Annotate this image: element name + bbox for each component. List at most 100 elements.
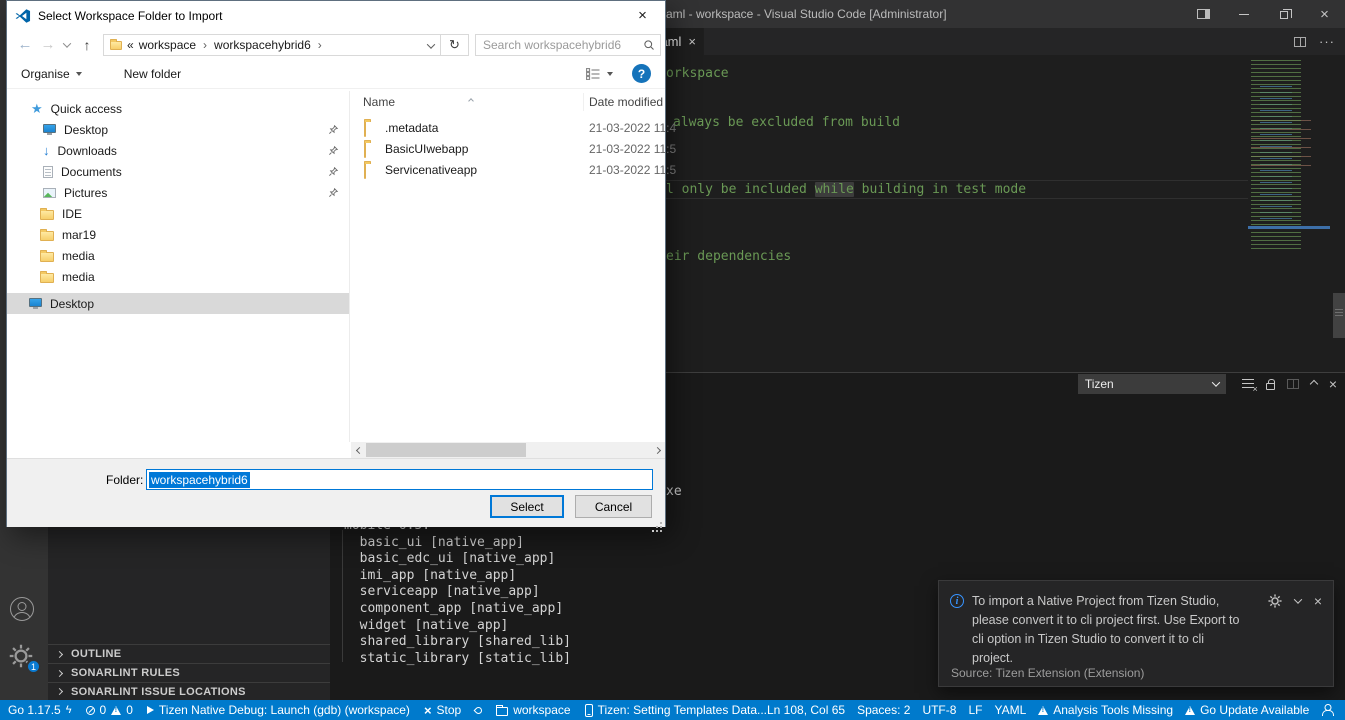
minimize-button[interactable]	[1224, 0, 1264, 28]
file-row-metadata[interactable]: .metadata 21-03-2022 11:4	[351, 118, 665, 139]
file-list: Name Date modified .metadata 21-03-2022 …	[351, 91, 665, 442]
analysis-warning-item[interactable]: Analysis Tools Missing	[1038, 703, 1173, 717]
device-icon	[585, 704, 593, 717]
nav-quick-access[interactable]: ★ Quick access	[7, 98, 349, 119]
breadcrumb-workspacehybrid6[interactable]: workspacehybrid6	[214, 38, 311, 52]
column-name[interactable]: Name	[363, 95, 395, 109]
star-icon: ★	[31, 102, 43, 115]
organise-button[interactable]: Organise	[21, 67, 82, 81]
stop-item[interactable]: ×Stop	[424, 703, 461, 718]
nav-documents[interactable]: Documents	[7, 161, 349, 182]
breadcrumb-workspace[interactable]: workspace	[139, 38, 196, 52]
split-editor-icon[interactable]	[1294, 37, 1306, 47]
person-icon	[1321, 704, 1334, 716]
nav-mar19[interactable]: mar19	[7, 224, 349, 245]
nav-desktop[interactable]: Desktop	[7, 119, 349, 140]
feedback-item[interactable]	[1321, 704, 1334, 716]
output-channel-select[interactable]: Tizen	[1078, 374, 1226, 394]
account-icon[interactable]	[10, 597, 34, 621]
file-dialog: Select Workspace Folder to Import × ← → …	[6, 0, 666, 527]
more-actions-icon[interactable]: ···	[1319, 34, 1335, 49]
encoding-item[interactable]: UTF-8	[922, 703, 956, 717]
nav-media-1[interactable]: media	[7, 245, 349, 266]
indentation-item[interactable]: Spaces: 2	[857, 703, 910, 717]
problems-item[interactable]: 00	[86, 703, 133, 717]
nav-pictures[interactable]: Pictures	[7, 182, 349, 203]
flame-item[interactable]	[475, 707, 482, 714]
status-bar: Go 1.17.5ϟ 00 Tizen Native Debug: Launch…	[0, 700, 1345, 720]
go-update-item[interactable]: Go Update Available	[1185, 703, 1309, 717]
column-date-modified[interactable]: Date modified	[589, 95, 663, 109]
file-row-servicenativeapp[interactable]: Servicenativeapp 21-03-2022 11:5	[351, 160, 665, 181]
view-options-button[interactable]	[586, 68, 613, 80]
clear-output-icon[interactable]	[1242, 379, 1254, 389]
sidebar-section-sonarlint-issue-locations[interactable]: SONARLINT ISSUE LOCATIONS	[48, 682, 330, 700]
customize-layout-button[interactable]	[1182, 0, 1224, 28]
editor-actions: ···	[1294, 28, 1335, 55]
nav-ide[interactable]: IDE	[7, 203, 349, 224]
tizen-task-item[interactable]: Tizen: Setting Templates Data...	[585, 703, 767, 717]
lock-icon[interactable]	[1266, 383, 1275, 390]
gear-icon[interactable]	[1268, 594, 1282, 608]
close-notification-icon[interactable]: ×	[1314, 593, 1322, 609]
horizontal-scrollbar[interactable]	[351, 442, 665, 458]
address-dropdown[interactable]	[428, 38, 434, 52]
folder-icon	[40, 231, 54, 241]
statusbar-right: Ln 108, Col 65 Spaces: 2 UTF-8 LF YAML A…	[767, 703, 1345, 717]
up-button[interactable]: ↑	[75, 34, 99, 56]
resize-grip[interactable]	[660, 522, 662, 524]
pin-icon[interactable]	[328, 187, 339, 201]
info-icon: i	[950, 594, 964, 608]
nav-desktop-selected[interactable]: Desktop	[7, 293, 349, 314]
settings-badge: 1	[26, 659, 41, 674]
split-panel-icon[interactable]	[1287, 379, 1299, 389]
sidebar-section-outline[interactable]: OUTLINE	[48, 644, 330, 663]
scrollbar-thumb[interactable]	[366, 443, 526, 457]
folder-icon	[364, 121, 366, 137]
chevron-up-icon[interactable]	[1310, 380, 1318, 388]
editor-scrollbar[interactable]	[1333, 293, 1345, 338]
language-item[interactable]: YAML	[994, 703, 1026, 717]
help-button[interactable]: ?	[632, 64, 651, 83]
nav-downloads[interactable]: ↓ Downloads	[7, 140, 349, 161]
pin-icon[interactable]	[328, 124, 339, 138]
breadcrumb-collapsed[interactable]: «	[127, 38, 134, 52]
refresh-button[interactable]: ↻	[441, 34, 469, 56]
restore-button[interactable]	[1264, 0, 1304, 28]
warning-count: 0	[126, 703, 133, 717]
cursor-position-item[interactable]: Ln 108, Col 65	[767, 703, 845, 717]
pin-icon[interactable]	[328, 166, 339, 180]
cursor-position: Ln 108, Col 65	[767, 703, 845, 717]
file-row-basicuiwebapp[interactable]: BasicUIwebapp 21-03-2022 11:5	[351, 139, 665, 160]
folder-name-input[interactable]: workspacehybrid6	[146, 469, 653, 490]
dialog-close-button[interactable]: ×	[620, 1, 665, 30]
scroll-right-button[interactable]	[649, 442, 665, 458]
close-panel-icon[interactable]: ×	[1329, 376, 1337, 392]
search-icon	[643, 39, 655, 54]
breadcrumb-separator: ›	[201, 38, 209, 52]
workspace-item[interactable]: workspace	[496, 703, 570, 717]
back-button[interactable]: ←	[13, 34, 37, 56]
new-folder-button[interactable]: New folder	[124, 67, 181, 81]
address-breadcrumb[interactable]: « workspace › workspacehybrid6 ›	[103, 34, 441, 56]
vscode-window: aml - workspace - Visual Studio Code [Ad…	[0, 0, 1345, 720]
search-input[interactable]	[481, 36, 637, 54]
sidebar-section-sonarlint-rules[interactable]: SONARLINT RULES	[48, 663, 330, 682]
tab-close-icon[interactable]: ×	[688, 34, 696, 49]
pin-icon[interactable]	[328, 145, 339, 159]
output-line: widget [native_app]	[344, 618, 571, 635]
debug-config-item[interactable]: Tizen Native Debug: Launch (gdb) (worksp…	[147, 703, 410, 717]
recent-locations-button[interactable]	[59, 34, 75, 56]
chevron-down-icon[interactable]	[1294, 595, 1302, 603]
select-button[interactable]: Select	[490, 495, 564, 518]
folder-icon	[364, 163, 366, 179]
settings-button[interactable]: 1	[9, 644, 35, 670]
go-version-item[interactable]: Go 1.17.5ϟ	[8, 703, 72, 717]
nav-media-2[interactable]: media	[7, 266, 349, 287]
window-close-button[interactable]: ×	[1304, 0, 1345, 28]
scroll-left-button[interactable]	[351, 442, 367, 458]
eol-item[interactable]: LF	[968, 703, 982, 717]
cancel-button[interactable]: Cancel	[575, 495, 652, 518]
minimap[interactable]	[1248, 60, 1330, 252]
forward-button[interactable]: →	[37, 34, 59, 56]
